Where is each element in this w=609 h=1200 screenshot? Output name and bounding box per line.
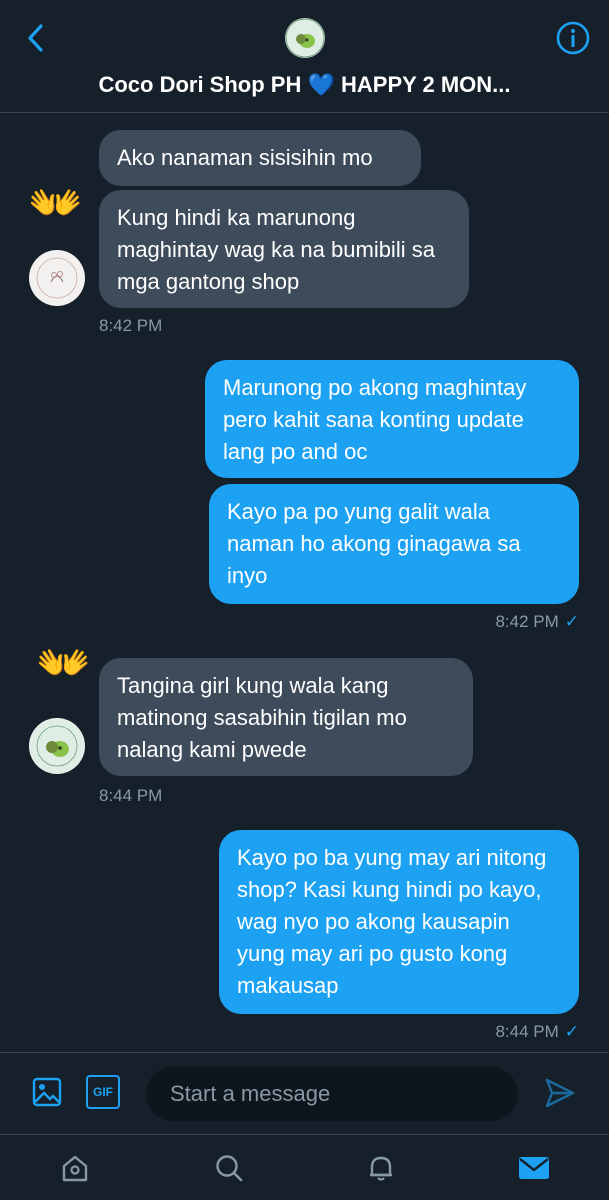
shop-avatar[interactable] [285,18,325,58]
timestamp-text: 8:44 PM [495,1022,559,1041]
conversation-title: Coco Dori Shop PH 💙 HAPPY 2 MON... [0,72,609,98]
message-input[interactable]: Start a message [146,1067,518,1121]
send-icon [545,1078,575,1108]
home-icon [62,1155,88,1182]
nav-home[interactable] [58,1151,92,1185]
nav-notifications[interactable] [364,1151,398,1185]
shop-logo-icon [285,18,325,58]
incoming-message[interactable]: Kung hindi ka marunong maghintay wag ka … [99,190,469,308]
shop-logo-icon [30,719,84,773]
title-name: Coco Dori Shop PH [98,72,302,97]
open-hands-emoji: 👐 [36,639,91,688]
incoming-message[interactable]: Tangina girl kung wala kang matinong sas… [99,658,473,776]
outgoing-message[interactable]: Kayo po ba yung may ari nitong shop? Kas… [219,830,579,1014]
message-timestamp: 8:44 PM ✓ [495,1022,579,1042]
info-button[interactable] [555,20,591,56]
message-composer: GIF Start a message [0,1052,609,1134]
gif-button[interactable]: GIF [86,1075,120,1109]
message-timestamp: 8:42 PM ✓ [495,612,579,632]
nav-messages[interactable] [516,1151,552,1185]
message-timestamp: 8:42 PM [99,316,163,335]
timestamp-text: 8:42 PM [495,612,559,631]
chevron-left-icon [28,24,43,52]
mail-icon [519,1157,549,1179]
search-icon [216,1155,243,1182]
incoming-message[interactable]: Ako nanaman sisisihin mo [99,130,421,186]
message-thread: 👐 Ako nanaman sisisihin mo Kung hindi ka… [0,114,609,1050]
title-suffix: HAPPY 2 MON... [341,72,511,97]
message-placeholder: Start a message [170,1081,331,1106]
info-icon [556,21,590,55]
outgoing-message[interactable]: Kayo pa po yung galit wala naman ho akon… [209,484,579,604]
read-check-icon: ✓ [564,1022,579,1041]
back-button[interactable] [20,20,50,56]
message-timestamp: 8:44 PM [99,786,163,805]
blue-heart-icon: 💙 [307,72,335,97]
shop-avatar[interactable] [29,718,85,774]
shop-avatar[interactable] [29,250,85,306]
read-check-icon: ✓ [564,612,579,631]
nav-search[interactable] [212,1151,246,1185]
image-button[interactable] [30,1075,64,1109]
bell-icon [370,1156,392,1181]
outgoing-message[interactable]: Marunong po akong maghintay pero kahit s… [205,360,579,478]
bottom-navigation [0,1134,609,1200]
send-button[interactable] [542,1075,578,1111]
conversation-header: Coco Dori Shop PH 💙 HAPPY 2 MON... [0,0,609,113]
gif-label: GIF [93,1085,113,1099]
shop-logo-icon [30,251,84,305]
open-hands-emoji: 👐 [28,179,83,228]
image-icon [32,1077,62,1107]
